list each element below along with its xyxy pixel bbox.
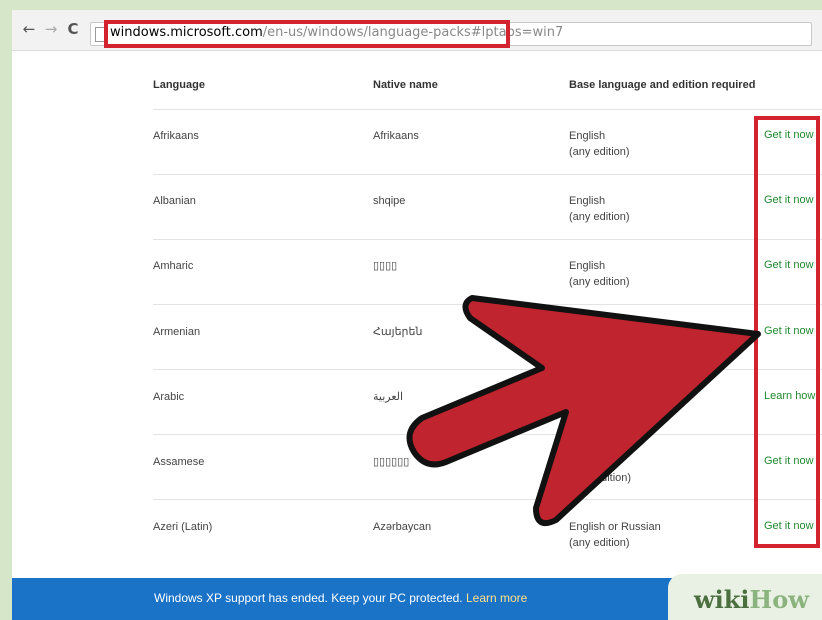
red-arrow-pointer bbox=[406, 295, 761, 526]
wikihow-watermark: wikiHow bbox=[694, 585, 809, 614]
watermark-wiki: wiki bbox=[694, 585, 750, 614]
red-arrow-shape bbox=[406, 295, 761, 526]
watermark-how: How bbox=[749, 585, 809, 614]
